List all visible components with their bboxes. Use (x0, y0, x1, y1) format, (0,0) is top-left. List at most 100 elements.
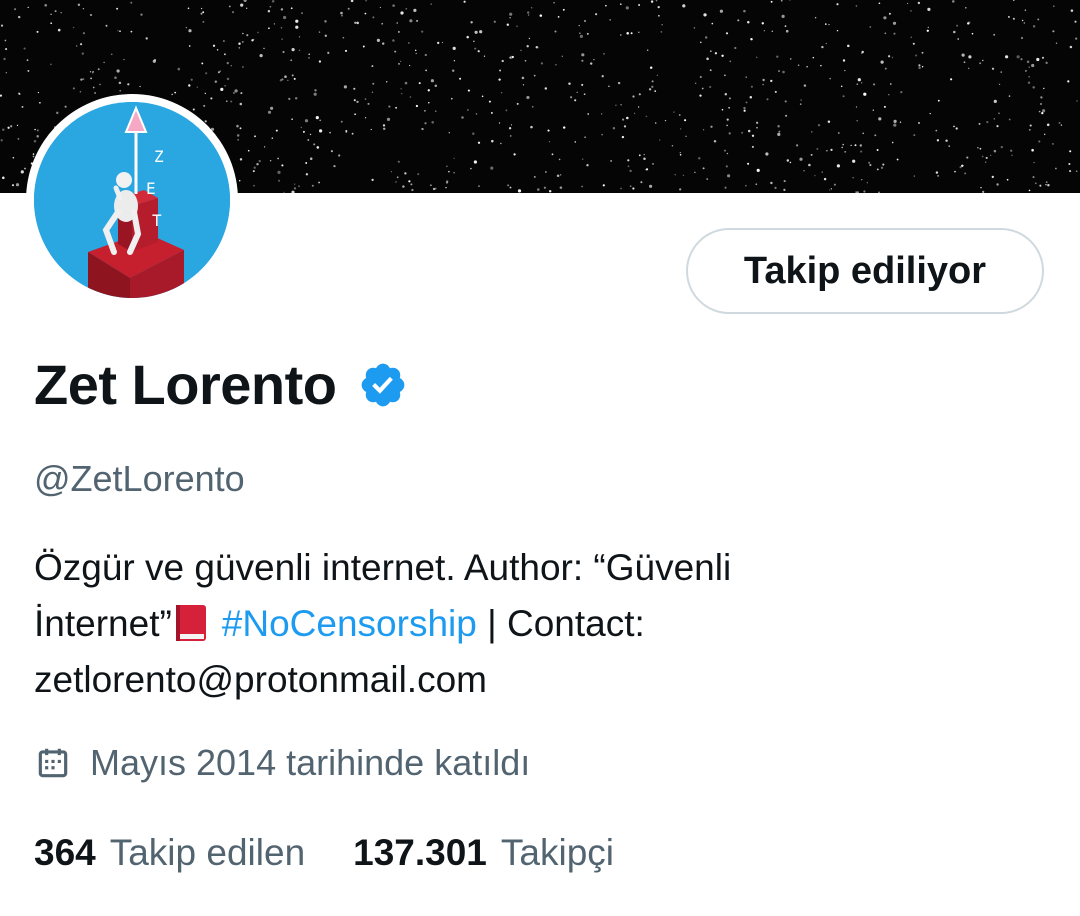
star (293, 77, 296, 80)
star (1012, 17, 1015, 20)
star (350, 0, 354, 3)
star (453, 171, 455, 174)
star (313, 92, 317, 96)
star (710, 125, 713, 128)
star (816, 147, 819, 150)
star (281, 78, 284, 81)
hashtag-link[interactable]: #NoCensorship (222, 603, 477, 644)
star (210, 97, 213, 100)
star (1070, 9, 1074, 12)
star (968, 55, 972, 59)
star (1023, 22, 1026, 24)
star (342, 36, 345, 39)
star (830, 188, 832, 190)
star (294, 97, 298, 100)
star (103, 61, 105, 64)
star (837, 132, 840, 134)
star (54, 10, 57, 13)
star (547, 129, 550, 132)
star (861, 179, 863, 181)
star (584, 136, 586, 138)
star (345, 129, 348, 133)
star (7, 126, 10, 129)
star (1047, 183, 1050, 187)
star (424, 122, 427, 125)
star (763, 30, 766, 32)
star (978, 122, 981, 125)
following-button[interactable]: Takip ediliyor (686, 228, 1044, 314)
star (699, 75, 702, 79)
star (743, 106, 746, 110)
star (906, 2, 909, 5)
profile-name: Zet Lorento (34, 353, 337, 416)
star (271, 137, 274, 139)
star (521, 76, 525, 80)
star (803, 84, 807, 87)
star (878, 117, 882, 121)
star (1016, 55, 1020, 59)
star (463, 0, 466, 3)
star (319, 119, 322, 122)
following-stat-link[interactable]: 364 Takip edilen (34, 832, 305, 874)
star (340, 11, 343, 15)
star (79, 90, 82, 93)
star (623, 125, 627, 128)
star (841, 146, 843, 149)
star (386, 81, 388, 83)
star (728, 132, 731, 135)
avatar-frame[interactable]: Z E T (26, 94, 238, 306)
verified-badge-icon[interactable] (358, 360, 408, 410)
star (399, 60, 402, 63)
star (259, 54, 263, 58)
star (379, 6, 382, 9)
star (658, 15, 660, 17)
star (319, 129, 323, 133)
star (761, 22, 764, 25)
star (97, 68, 100, 71)
star (204, 92, 206, 95)
star (993, 33, 996, 36)
star (434, 84, 438, 88)
star (803, 170, 805, 172)
star (308, 57, 310, 59)
star (1075, 37, 1078, 40)
bio-line-2: İnternet” #NoCensorship | Contact: (34, 596, 1044, 652)
star (551, 153, 554, 156)
star (828, 189, 831, 191)
star (629, 169, 632, 173)
star (899, 121, 902, 123)
star (921, 51, 924, 54)
star (789, 0, 791, 1)
star (327, 51, 330, 54)
star (814, 16, 817, 19)
star (756, 126, 758, 129)
star (220, 87, 224, 91)
star (770, 79, 773, 83)
star (354, 21, 357, 24)
star (709, 50, 712, 53)
star (955, 127, 958, 130)
star (999, 83, 1001, 85)
star (36, 129, 39, 132)
star (600, 113, 603, 115)
followers-stat-link[interactable]: 137.301 Takipçi (353, 832, 614, 874)
star (257, 31, 259, 34)
star (797, 64, 800, 66)
avatar[interactable]: Z E T (34, 102, 230, 298)
star (275, 129, 278, 132)
star (936, 139, 940, 142)
star (520, 49, 522, 52)
star (75, 45, 78, 47)
star (561, 55, 563, 57)
star (1000, 145, 1003, 149)
star (234, 89, 238, 93)
star (728, 97, 731, 100)
star (56, 111, 59, 115)
star (811, 131, 813, 133)
star (743, 9, 746, 13)
star (1055, 42, 1058, 44)
star (236, 134, 240, 137)
star (770, 0, 773, 3)
star (18, 15, 21, 19)
star (583, 93, 586, 96)
